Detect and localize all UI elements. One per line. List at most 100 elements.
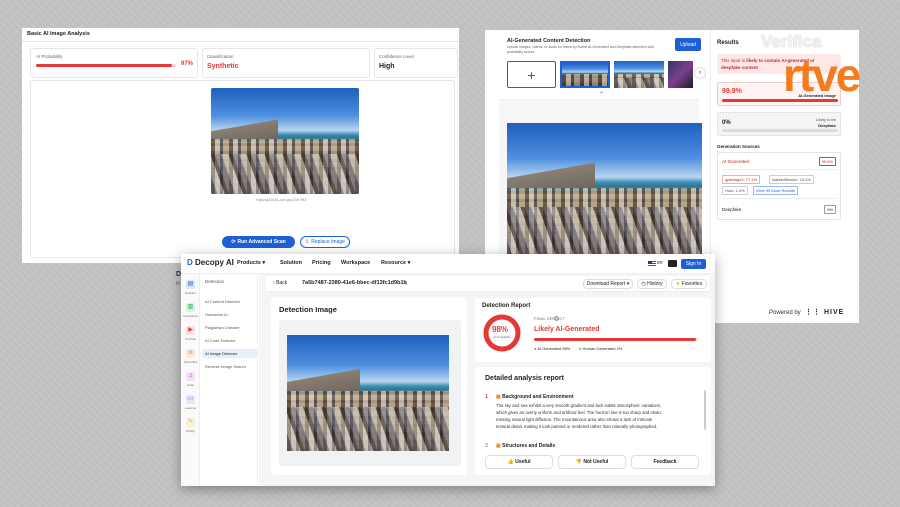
confidence-value: High [379, 63, 395, 70]
pen-icon[interactable]: ✎ [186, 418, 195, 427]
sources-title: Generation Sources [717, 144, 760, 149]
detection-menu-item[interactable]: AI Code Detector [202, 336, 257, 345]
section-1-line-4: textural detail, making it look painted … [496, 424, 658, 429]
chevron-down-icon: ▾ [262, 260, 266, 266]
ai-generated-badge: 99.9% [818, 157, 836, 166]
detection-menu-item[interactable]: Humanize AI [202, 310, 257, 319]
deepfake-score-track [722, 129, 838, 132]
confidence-card: Confidence Level High [374, 48, 458, 78]
deepfake-score-card: 0% Likely to be Deepfake [717, 112, 841, 136]
add-media-button[interactable]: + [507, 61, 556, 88]
collapse-chevron-icon[interactable]: ⌃ [599, 91, 604, 98]
download-report-button[interactable]: Download Report ▾ [583, 279, 633, 289]
audio-icon[interactable]: ♫ [186, 372, 195, 381]
verdict-text: Likely AI-Generated [534, 326, 600, 333]
history-button[interactable]: ◷ History [637, 279, 667, 289]
upload-icon: ⇪ [305, 239, 310, 245]
top-navbar: D Decopy AI Products ▾ Solution Pricing … [181, 254, 715, 274]
source-tag-1[interactable]: gptimage2: 77.1% [722, 175, 761, 184]
section-1-line-2: which gives an overly uniform and artifi… [496, 410, 662, 415]
classification-card: Classification Synthetic [202, 48, 370, 78]
replace-image-button[interactable]: ⇪ Replace Image [300, 236, 350, 248]
source-tag-2[interactable]: stablediffusion: 13.1% [769, 175, 815, 184]
detection-menu-title: Detection [205, 279, 225, 284]
detection-menu-item[interactable]: Plagiarism Checker [202, 323, 257, 332]
alert-line-2: deepfake content [721, 65, 759, 70]
info-icon[interactable]: i [554, 316, 559, 321]
analyzed-image [211, 88, 359, 194]
analysis-scrollbar[interactable] [704, 390, 706, 430]
language-label[interactable]: en [657, 260, 663, 266]
edit-icon[interactable]: ✎ [403, 280, 408, 287]
alert-pre: This input is [721, 58, 746, 63]
run-advanced-scan-button[interactable]: ⟳ Run Advanced Scan [222, 236, 295, 248]
plus-icon: + [527, 66, 536, 83]
legend-ai: AI Generated 98% [537, 346, 571, 351]
nav-resource[interactable]: Resource ▾ [381, 260, 410, 266]
rail-label: Transcriber [183, 360, 198, 364]
not-useful-button[interactable]: 👎 Not Useful [558, 455, 626, 469]
ai-probability-card: AI Probability 97% [30, 48, 198, 78]
source-tag-3[interactable]: Hutu: 1.5% [722, 186, 748, 195]
section-1-line-1: The sky and sea exhibit a very smooth gr… [496, 403, 662, 408]
ai-score-percent: 99.9% [722, 88, 742, 95]
rail-label: Audio [186, 383, 195, 387]
detailed-title: Detailed analysis report [485, 375, 564, 382]
decopy-logo-text: Decopy AI [195, 258, 234, 267]
section-1-line-3: missing natural light diffusion. The mou… [496, 417, 653, 422]
chevron-down-icon: ▾ [626, 281, 630, 287]
thumbnail-3[interactable] [668, 61, 693, 88]
verdict-track [534, 338, 699, 341]
section-2-number: 2 [485, 443, 489, 449]
transcribe-icon[interactable]: ≋ [186, 349, 195, 358]
hive-logo-icon: ⋮⋮ [805, 309, 821, 316]
detection-menu-item[interactable]: AI Content Detector [202, 297, 257, 306]
thumbnail-1[interactable] [560, 61, 610, 88]
detection-menu-item[interactable]: AI Image Detector [202, 349, 257, 358]
nav-products-label: Products [237, 260, 261, 266]
verdict-fill [534, 338, 696, 341]
favorites-button[interactable]: ★ Favorites [671, 279, 707, 289]
hive-upload-button[interactable]: Upload [675, 38, 701, 51]
nav-products[interactable]: Products ▾ [237, 260, 265, 266]
sign-in-button[interactable]: Sign In [681, 259, 706, 269]
human-legend-dot: ● [579, 346, 582, 351]
carousel-next-icon[interactable]: › [695, 68, 705, 78]
scan-icon: ⟳ [231, 239, 236, 245]
detection-menu-item[interactable]: Reverse Image Search [202, 362, 257, 371]
feedback-button[interactable]: Feedback [631, 455, 699, 469]
structure-icon: ▣ [496, 443, 501, 449]
section-1-number: 1 [485, 394, 489, 400]
decopy-logo[interactable]: D Decopy AI [187, 258, 234, 267]
deepfake-label-1: Likely to be [815, 117, 836, 122]
feedback-label: Feedback [653, 459, 677, 465]
deepfake-source-badge: 0% [824, 205, 836, 214]
history-icon: ◷ [641, 281, 646, 287]
score-value: 98% [492, 325, 509, 334]
youtube-icon[interactable]: ▶ [186, 326, 195, 335]
view-more-results-link[interactable]: View 99 More Results [753, 186, 798, 195]
thumbnail-2[interactable] [614, 61, 664, 88]
summary-icon[interactable]: ▥ [186, 303, 195, 312]
nav-resource-label: Resource [381, 260, 407, 266]
nav-solution[interactable]: Solution [280, 260, 302, 266]
star-icon: ★ [675, 281, 681, 287]
classification-label: Classification [207, 54, 234, 59]
rail-label: YouTube [185, 337, 196, 341]
decopy-logo-icon: D [187, 258, 193, 267]
nav-pricing[interactable]: Pricing [312, 260, 331, 266]
thumbs-down-icon: 👎 [575, 459, 582, 465]
results-title: Results [717, 40, 739, 46]
useful-button[interactable]: 👍 Useful [485, 455, 553, 469]
nav-workspace[interactable]: Workspace [341, 260, 370, 266]
report-title: Detection Report [482, 303, 531, 309]
mail-icon[interactable] [668, 260, 677, 267]
back-button[interactable]: ‹ Back [273, 280, 287, 286]
document-icon[interactable]: ▤ [186, 280, 195, 289]
ai-probability-fill [36, 64, 172, 67]
decopy-window: D Decopy AI Products ▾ Solution Pricing … [181, 254, 715, 486]
deepfake-score-percent: 0% [722, 120, 731, 126]
us-flag-icon[interactable] [648, 261, 656, 266]
back-arrow-icon: ‹ [273, 280, 275, 286]
book-icon[interactable]: ▭ [186, 395, 195, 404]
